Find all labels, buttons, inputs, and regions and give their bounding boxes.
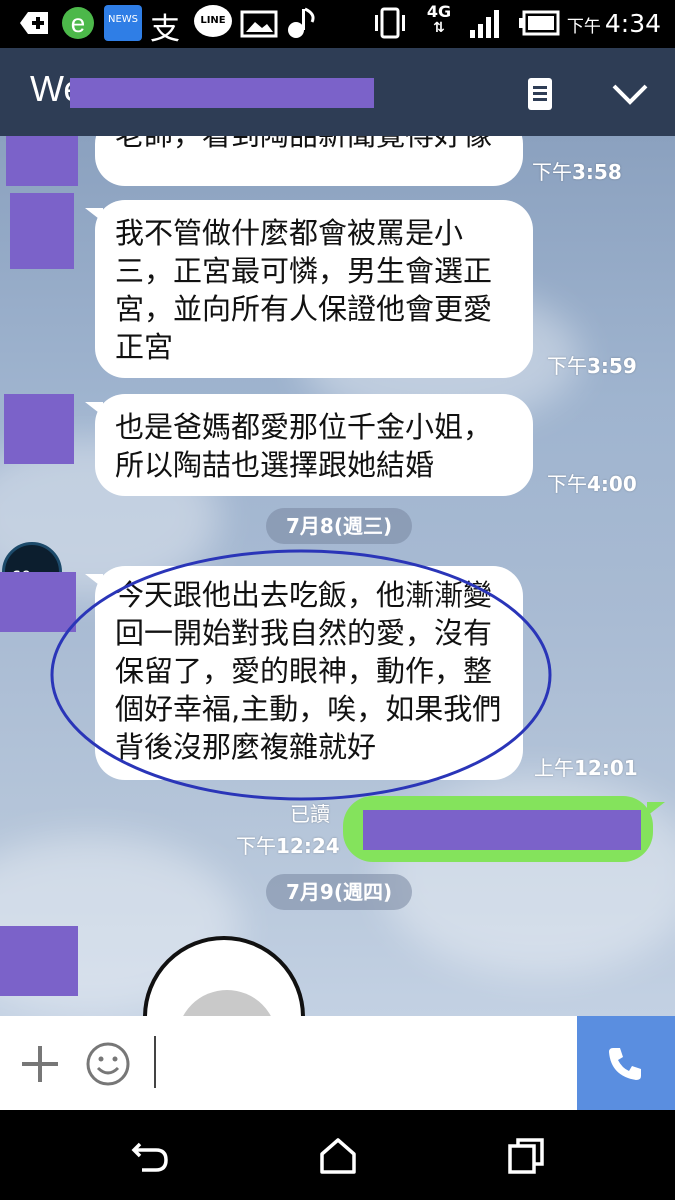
signal-bars-icon [470, 10, 499, 38]
news-label: NEWS [107, 14, 139, 25]
avatar[interactable] [10, 193, 74, 269]
music-note-icon [288, 7, 315, 38]
vibrate-icon [375, 7, 405, 39]
chevron-down-icon[interactable] [608, 76, 652, 112]
news-icon: NEWS [104, 5, 142, 41]
message-input[interactable] [150, 1034, 570, 1092]
emoji-icon[interactable] [84, 1040, 132, 1088]
network-label: 4G [426, 2, 452, 21]
redacted-message [363, 810, 641, 850]
avatar[interactable] [6, 136, 78, 186]
navigation-bar [0, 1110, 675, 1200]
call-button[interactable] [577, 1016, 675, 1110]
svg-text:e: e [71, 8, 85, 38]
battery-icon [519, 10, 560, 36]
outgoing-time: 下午12:24 [236, 830, 340, 859]
message-bubble[interactable]: 我不管做什麼都會被罵是小三，正宮最可憐，男生會選正宮，並向所有人保證他會更愛正宮 [85, 200, 533, 378]
plus-icon[interactable] [18, 1042, 62, 1086]
back-icon[interactable] [128, 1136, 172, 1176]
message-time-ampm: 下午 [532, 160, 572, 184]
highlight-circle [50, 549, 552, 801]
message-time: 下午3:58 [532, 156, 622, 185]
image-icon [240, 10, 278, 38]
message-time-ampm: 下午 [547, 472, 587, 496]
date-divider: 7月8(週三) [266, 508, 413, 544]
line-icon: LINE [194, 5, 232, 37]
chat-area[interactable]: 老師，看到陶喆新聞覺得好像 下午3:58 我不管做什麼都會被罵是小三，正宮最可憐… [0, 136, 675, 1016]
home-icon[interactable] [316, 1134, 360, 1178]
redacted-name [70, 78, 374, 108]
signal-4g-icon: 4G ⇅ [426, 2, 452, 36]
phone-icon [609, 1048, 641, 1080]
message-text: 我不管做什麼都會被罵是小三，正宮最可憐，男生會選正宮，並向所有人保證他會更愛正宮 [115, 216, 493, 364]
outgoing-time-ampm: 下午 [236, 834, 276, 858]
status-clock-ampm: 下午 [566, 17, 601, 37]
message-time: 下午4:00 [547, 468, 637, 497]
line-label: LINE [200, 15, 226, 26]
status-bar: e NEWS 支 LINE 4G ⇅ 下午 4:34 [0, 0, 675, 48]
message-time-value: 4:00 [587, 472, 637, 496]
outgoing-time-value: 12:24 [276, 834, 340, 858]
status-clock: 下午 4:34 [567, 9, 661, 38]
message-time: 下午3:59 [547, 350, 637, 379]
outgoing-bubble[interactable] [343, 796, 665, 862]
date-divider: 7月9(週四) [266, 874, 413, 910]
message-bubble[interactable]: 老師，看到陶喆新聞覺得好像 [95, 136, 523, 186]
status-clock-time: 4:34 [604, 9, 661, 38]
message-time-value: 3:59 [587, 354, 637, 378]
chat-header: We [0, 48, 675, 136]
alipay-label: 支 [150, 12, 180, 47]
avatar[interactable] [4, 394, 74, 464]
notes-icon[interactable] [520, 74, 560, 114]
message-text: 也是爸媽都愛那位千金小姐，所以陶喆也選擇跟她結婚 [115, 410, 493, 482]
avatar[interactable] [0, 926, 78, 996]
message-bubble[interactable]: 也是爸媽都愛那位千金小姐，所以陶喆也選擇跟她結婚 [85, 394, 533, 496]
browser-e-icon: e [62, 7, 94, 39]
read-receipt: 已讀 [290, 802, 330, 826]
message-time-ampm: 下午 [547, 354, 587, 378]
message-time-value: 3:58 [572, 160, 622, 184]
alipay-icon: 支 [150, 4, 180, 48]
input-bar [0, 1016, 675, 1110]
recents-icon[interactable] [504, 1134, 548, 1178]
add-box-icon [20, 12, 48, 34]
message-text: 老師，看到陶喆新聞覺得好像 [115, 136, 492, 154]
message-time-value: 12:01 [574, 756, 638, 780]
